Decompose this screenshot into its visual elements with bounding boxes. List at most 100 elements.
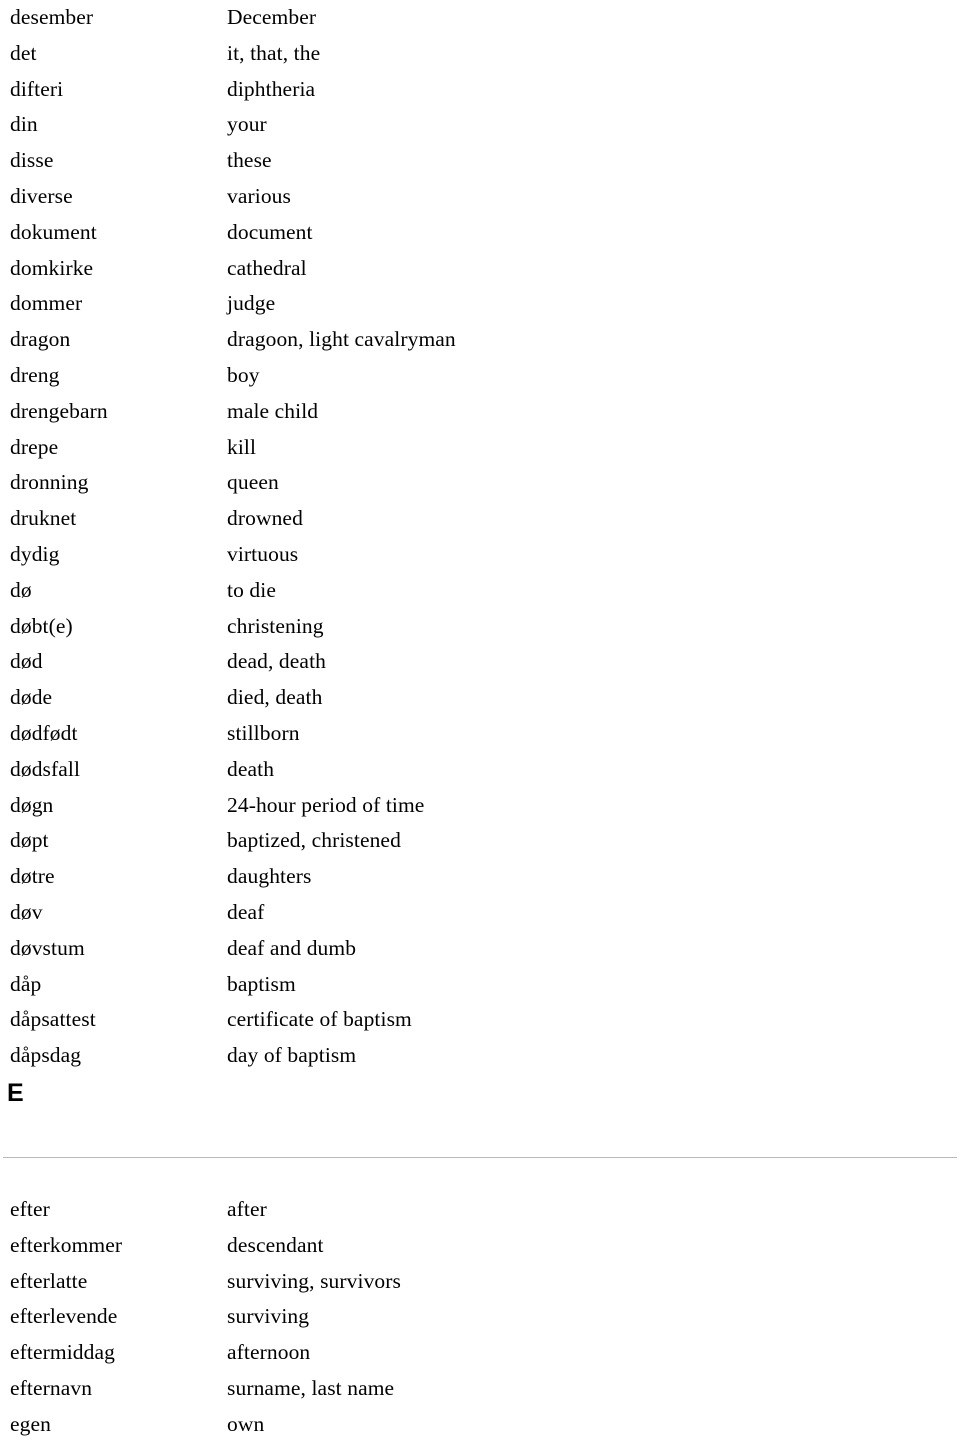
glossary-definition: daughters <box>227 864 312 889</box>
section-letter-heading: E <box>7 1078 24 1107</box>
section-heading-block: E <box>0 1074 960 1192</box>
glossary-entry-row: dåpsattest certificate of baptism <box>0 1002 960 1038</box>
glossary-term: efter <box>10 1196 50 1221</box>
glossary-term: efterkommer <box>10 1232 123 1257</box>
glossary-term: døvstum <box>10 935 85 960</box>
glossary-term: efternavn <box>10 1375 93 1400</box>
glossary-entry-row: efter after <box>0 1192 960 1228</box>
glossary-definition: christening <box>227 613 324 638</box>
glossary-term: efterlatte <box>10 1268 88 1293</box>
glossary-definition: surviving <box>227 1304 310 1329</box>
glossary-entry-row: dåp baptism <box>0 967 960 1003</box>
glossary-term: efterlevende <box>10 1304 118 1329</box>
glossary-entry-row: dø to die <box>0 573 960 609</box>
glossary-term: døde <box>10 685 53 710</box>
glossary-definition: drowned <box>227 506 303 531</box>
glossary-entry-row: dydig virtuous <box>0 537 960 573</box>
glossary-definition: to die <box>227 577 276 602</box>
glossary-term: dødfødt <box>10 720 78 745</box>
glossary-term: dødsfall <box>10 756 81 781</box>
glossary-entry-row: efterlatte surviving, survivors <box>0 1264 960 1300</box>
glossary-entry-row: efterkommer descendant <box>0 1228 960 1264</box>
glossary-term: difteri <box>10 76 64 101</box>
glossary-entry-row: døv deaf <box>0 895 960 931</box>
glossary-entry-row: døde died, death <box>0 680 960 716</box>
glossary-term: dåpsattest <box>10 1007 96 1032</box>
glossary-term: diverse <box>10 183 73 208</box>
glossary-term: eftermiddag <box>10 1340 115 1365</box>
glossary-definition: various <box>227 183 291 208</box>
glossary-entry-row: død dead, death <box>0 644 960 680</box>
glossary-entry-row: diverse various <box>0 179 960 215</box>
glossary-definition: stillborn <box>227 720 300 745</box>
glossary-term: døv <box>10 899 43 924</box>
glossary-definition: male child <box>227 398 319 423</box>
glossary-definition: surviving, survivors <box>227 1268 401 1293</box>
glossary-term: det <box>10 40 37 65</box>
glossary-term: døgn <box>10 792 54 817</box>
document-page: desember December det it, that, the difteri d… <box>0 0 960 1436</box>
glossary-definition: deaf <box>227 899 265 924</box>
glossary-entry-row: difteri diphtheria <box>0 72 960 108</box>
glossary-term: domkirke <box>10 255 94 280</box>
glossary-definition: kill <box>227 434 257 459</box>
glossary-entry-row: drengebarn male child <box>0 394 960 430</box>
glossary-entry-row: druknet drowned <box>0 501 960 537</box>
glossary-definition: surname, last name <box>227 1375 395 1400</box>
glossary-term: dø <box>10 577 32 602</box>
glossary-definition: baptized, christened <box>227 828 401 853</box>
glossary-entry-row: døpt baptized, christened <box>0 823 960 859</box>
glossary-term: dåp <box>10 971 42 996</box>
glossary-term: egen <box>10 1411 51 1436</box>
glossary-entry-row: efterlevende surviving <box>0 1299 960 1335</box>
glossary-definition: baptism <box>227 971 296 996</box>
glossary-definition: judge <box>227 291 276 316</box>
glossary-entry-row: dragon dragoon, light cavalryman <box>0 322 960 358</box>
glossary-entry-row: døgn 24-hour period of time <box>0 788 960 824</box>
glossary-entry-row: dreng boy <box>0 358 960 394</box>
glossary-entry-row: disse these <box>0 143 960 179</box>
glossary-entry-row: dåpsdag day of baptism <box>0 1038 960 1074</box>
glossary-definition: day of baptism <box>227 1043 357 1068</box>
glossary-entry-row: dronning queen <box>0 465 960 501</box>
glossary-entry-row: døtre daughters <box>0 859 960 895</box>
glossary-definition: certificate of baptism <box>227 1007 412 1032</box>
glossary-term: din <box>10 112 38 137</box>
glossary-entry-row: døbt(e) christening <box>0 609 960 645</box>
glossary-entry-row: døvstum deaf and dumb <box>0 931 960 967</box>
glossary-definition: 24-hour period of time <box>227 792 425 817</box>
section-divider-rule <box>3 1156 957 1158</box>
glossary-definition: afternoon <box>227 1340 311 1365</box>
glossary-definition: boy <box>227 362 260 387</box>
glossary-entry-row: desember December <box>0 0 960 36</box>
glossary-term: døbt(e) <box>10 613 73 638</box>
glossary-definition: dragoon, light cavalryman <box>227 327 456 352</box>
glossary-term: disse <box>10 148 54 173</box>
glossary-term: dreng <box>10 362 60 387</box>
glossary-entry-row: drepe kill <box>0 430 960 466</box>
glossary-term: drengebarn <box>10 398 108 423</box>
glossary-term: dokument <box>10 219 97 244</box>
glossary-term: dommer <box>10 291 83 316</box>
glossary-definition: died, death <box>227 685 323 710</box>
glossary-definition: queen <box>227 470 279 495</box>
glossary-entry-row: efternavn surname, last name <box>0 1371 960 1407</box>
glossary-definition: your <box>227 112 267 137</box>
glossary-definition: own <box>227 1411 265 1436</box>
glossary-term: døtre <box>10 864 55 889</box>
glossary-definition: virtuous <box>227 541 299 566</box>
glossary-definition: cathedral <box>227 255 307 280</box>
glossary-entry-row: dommer judge <box>0 286 960 322</box>
glossary-definition: diphtheria <box>227 76 316 101</box>
glossary-term: drepe <box>10 434 59 459</box>
glossary-term: død <box>10 649 43 674</box>
glossary-list: desember December det it, that, the difteri d… <box>0 0 960 1442</box>
glossary-entry-row: egen own <box>0 1407 960 1442</box>
glossary-definition: December <box>227 5 317 29</box>
glossary-definition: descendant <box>227 1232 324 1257</box>
glossary-term: dåpsdag <box>10 1043 82 1068</box>
glossary-term: dragon <box>10 327 71 352</box>
glossary-definition: these <box>227 148 272 173</box>
glossary-definition: deaf and dumb <box>227 935 357 960</box>
glossary-entry-row: eftermiddag afternoon <box>0 1335 960 1371</box>
